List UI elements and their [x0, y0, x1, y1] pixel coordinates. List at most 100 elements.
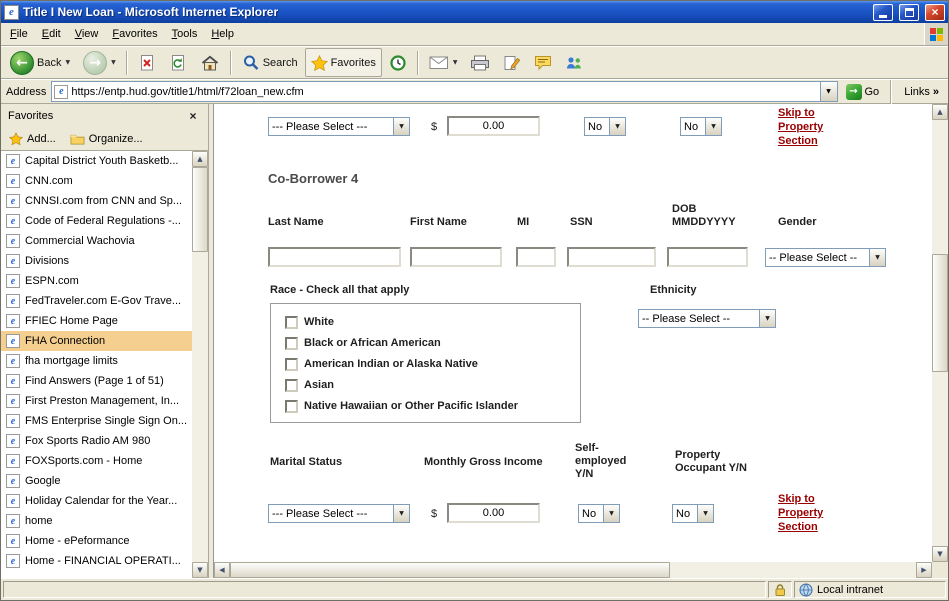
messenger-button[interactable] [559, 48, 589, 77]
race-american-indian-checkbox[interactable] [285, 358, 298, 371]
favorite-item[interactable]: eFFIEC Home Page [1, 311, 192, 331]
security-zone-panel: Local intranet [794, 581, 946, 598]
loan-form-page: --- Please Select --- ▼ $ No ▼ No ▼ Skip… [214, 104, 932, 562]
scroll-up-button[interactable]: ▲ [932, 104, 948, 120]
menu-edit[interactable]: Edit [35, 24, 68, 44]
favorite-item[interactable]: eFOXSports.com - Home [1, 451, 192, 471]
mail-button[interactable]: ▼ [423, 48, 464, 77]
print-button[interactable] [464, 48, 496, 77]
favorite-item[interactable]: eFind Answers (Page 1 of 51) [1, 371, 192, 391]
home-button[interactable] [194, 48, 226, 77]
organize-favorites-label: Organize... [89, 133, 143, 145]
back-icon: ← [10, 51, 34, 75]
history-button[interactable] [383, 48, 413, 77]
address-dropdown-button[interactable]: ▼ [820, 82, 837, 101]
favorite-item[interactable]: eFMS Enterprise Single Sign On... [1, 411, 192, 431]
browser-window: e Title I New Loan - Microsoft Internet … [0, 0, 949, 601]
go-button[interactable]: → Go [843, 84, 883, 100]
ssn-input[interactable] [567, 247, 656, 267]
ie-page-icon: e [54, 85, 68, 99]
favorite-item[interactable]: eDivisions [1, 251, 192, 271]
race-black-checkbox[interactable] [285, 337, 298, 350]
favorites-button[interactable]: Favorites [305, 48, 382, 77]
favorite-item[interactable]: eHome - FINANCIAL OPERATI... [1, 551, 192, 571]
scroll-thumb[interactable] [932, 254, 948, 372]
discuss-button[interactable] [528, 48, 558, 77]
menu-tools[interactable]: Tools [165, 24, 205, 44]
favorite-item[interactable]: eESPN.com [1, 271, 192, 291]
monthly-gross-income-input[interactable] [447, 503, 540, 523]
back-dropdown-icon[interactable]: ▼ [65, 59, 70, 66]
mail-dropdown-icon[interactable]: ▼ [453, 59, 458, 66]
maximize-button[interactable] [899, 4, 919, 21]
favorite-item[interactable]: eCommercial Wachovia [1, 231, 192, 251]
race-native-hawaiian-checkbox[interactable] [285, 400, 298, 413]
scroll-left-button[interactable]: ◀ [214, 562, 230, 578]
favorite-item[interactable]: eCode of Federal Regulations -... [1, 211, 192, 231]
scroll-down-button[interactable]: ▼ [192, 562, 208, 578]
print-icon [470, 55, 490, 71]
menu-file[interactable]: File [3, 24, 35, 44]
favorite-item[interactable]: eFedTraveler.com E-Gov Trave... [1, 291, 192, 311]
favorite-item[interactable]: eHoliday Calendar for the Year... [1, 491, 192, 511]
skip-to-property-section-link[interactable]: Skip to Property Section [778, 106, 823, 148]
menu-favorites[interactable]: Favorites [105, 24, 164, 44]
top-marital-status-select[interactable]: --- Please Select --- ▼ [268, 117, 410, 136]
refresh-button[interactable] [163, 48, 193, 77]
favorites-close-button[interactable]: × [185, 109, 201, 124]
favorite-item[interactable]: eCNNSI.com from CNN and Sp... [1, 191, 192, 211]
favorite-item[interactable]: eGoogle [1, 471, 192, 491]
top-self-employed-select[interactable]: No ▼ [584, 117, 626, 136]
menu-help[interactable]: Help [204, 24, 241, 44]
favorite-item[interactable]: ehome [1, 511, 192, 531]
top-monthly-gross-income-input[interactable] [447, 116, 540, 136]
forward-button[interactable]: → ▼ [77, 48, 122, 77]
home-icon [200, 54, 220, 72]
scroll-thumb[interactable] [230, 562, 670, 578]
ie-favicon: e [6, 294, 20, 308]
favorite-item[interactable]: eFox Sports Radio AM 980 [1, 431, 192, 451]
vertical-scrollbar[interactable]: ▲ ▼ [932, 104, 948, 562]
favorite-item[interactable]: efha mortgage limits [1, 351, 192, 371]
top-property-occupant-select[interactable]: No ▼ [680, 117, 722, 136]
favorite-item[interactable]: eCNN.com [1, 171, 192, 191]
organize-favorites-button[interactable]: Organize... [70, 133, 143, 145]
menu-view[interactable]: View [68, 24, 106, 44]
race-white-checkbox[interactable] [285, 316, 298, 329]
favorite-item[interactable]: eHome - ePeformance [1, 531, 192, 551]
scroll-up-button[interactable]: ▲ [192, 151, 208, 167]
scroll-right-button[interactable]: ▶ [916, 562, 932, 578]
favorites-scrollbar[interactable]: ▲ ▼ [192, 151, 208, 578]
links-toolbar[interactable]: Links » [900, 86, 943, 98]
horizontal-scrollbar[interactable]: ◀ ▶ [214, 562, 932, 578]
scroll-down-button[interactable]: ▼ [932, 546, 948, 562]
last-name-input[interactable] [268, 247, 401, 267]
first-name-input[interactable] [410, 247, 502, 267]
favorite-item-selected[interactable]: eFHA Connection [1, 331, 192, 351]
address-input[interactable]: e https://entp.hud.gov/title1/html/f72lo… [51, 81, 837, 102]
race-asian-checkbox[interactable] [285, 379, 298, 392]
gender-select[interactable]: -- Please Select -- ▼ [765, 248, 886, 267]
stop-button[interactable] [132, 48, 162, 77]
search-button[interactable]: Search [236, 48, 304, 77]
skip-to-property-section-link[interactable]: Skip to Property Section [778, 492, 823, 534]
favorite-item[interactable]: eCapital District Youth Basketb... [1, 151, 192, 171]
favorite-item[interactable]: eFirst Preston Management, In... [1, 391, 192, 411]
back-button[interactable]: ← Back ▼ [4, 48, 76, 77]
dob-input[interactable] [667, 247, 748, 267]
mi-input[interactable] [516, 247, 556, 267]
close-button[interactable]: × [925, 4, 945, 21]
add-favorite-button[interactable]: Add... [9, 132, 56, 146]
scroll-thumb[interactable] [192, 167, 208, 252]
lock-icon [774, 583, 786, 597]
marital-status-select[interactable]: --- Please Select --- ▼ [268, 504, 410, 523]
links-chevron-icon[interactable]: » [933, 86, 939, 98]
ethnicity-select[interactable]: -- Please Select -- ▼ [638, 309, 776, 328]
minimize-button[interactable] [873, 4, 893, 21]
title-bar[interactable]: e Title I New Loan - Microsoft Internet … [1, 1, 948, 23]
ie-favicon: e [6, 354, 20, 368]
self-employed-select[interactable]: No ▼ [578, 504, 620, 523]
property-occupant-select[interactable]: No ▼ [672, 504, 714, 523]
forward-dropdown-icon[interactable]: ▼ [111, 59, 116, 66]
edit-button[interactable] [497, 48, 527, 77]
